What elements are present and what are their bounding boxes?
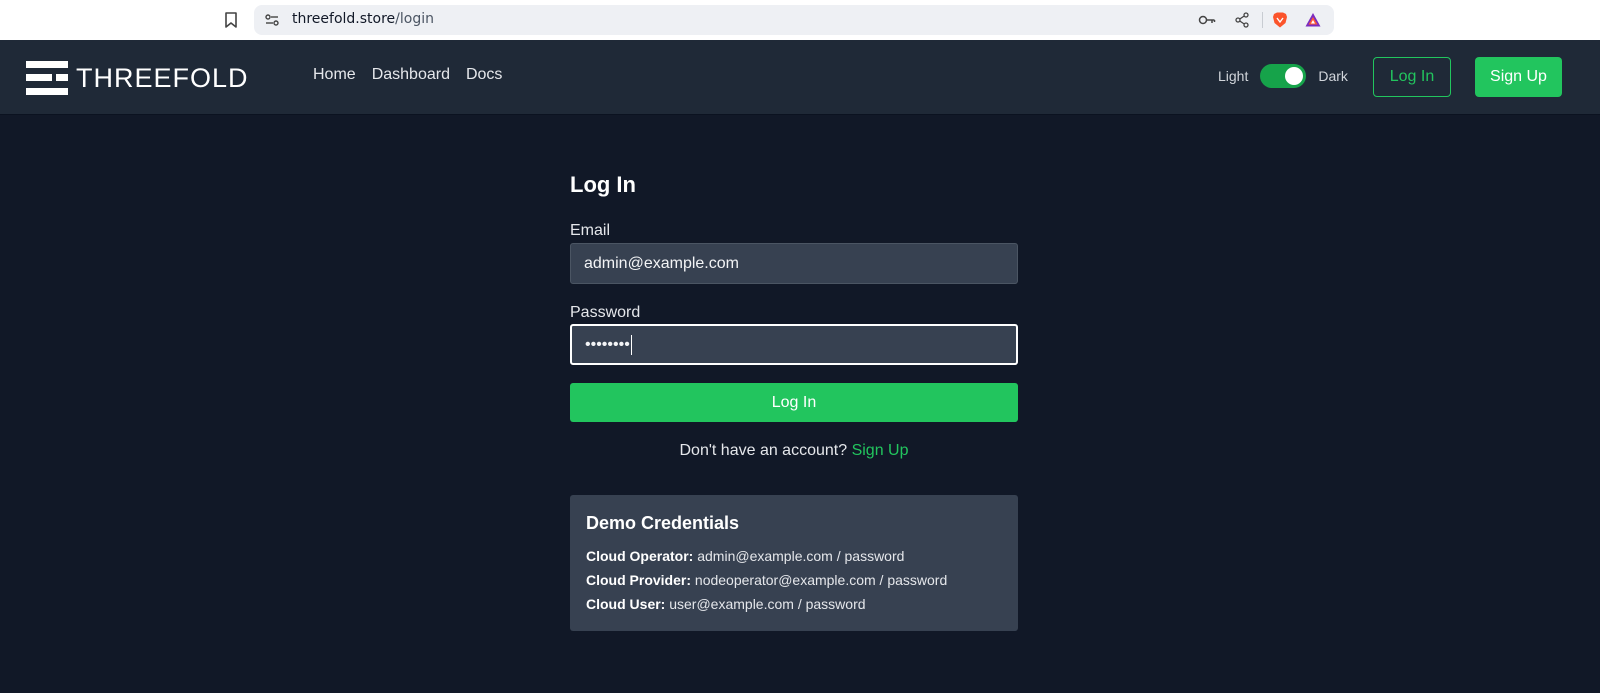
demo-role: Cloud User: <box>586 596 666 612</box>
no-account-text: Don't have an account? <box>679 442 848 459</box>
share-icon[interactable] <box>1234 12 1250 28</box>
theme-toggle[interactable] <box>1260 64 1307 88</box>
main-nav: Home Dashboard Docs <box>313 66 502 84</box>
theme-switcher: Light Dark <box>1218 64 1348 88</box>
app-header: THREEFOLD Home Dashboard Docs Light Dark… <box>0 40 1600 115</box>
password-label: Password <box>570 304 641 321</box>
signup-link[interactable]: Sign Up <box>852 442 909 459</box>
password-field[interactable]: •••••••• <box>570 324 1018 365</box>
password-value: •••••••• <box>585 335 630 353</box>
demo-credentials-panel: Demo Credentials Cloud Operator: admin@e… <box>570 495 1018 631</box>
rewards-icon[interactable] <box>1304 11 1322 29</box>
theme-toggle-knob <box>1285 67 1304 85</box>
demo-value: user@example.com / password <box>669 596 866 612</box>
bookmark-icon[interactable] <box>222 11 240 29</box>
nav-docs[interactable]: Docs <box>466 66 502 84</box>
brave-icon[interactable] <box>1271 11 1289 29</box>
demo-title: Demo Credentials <box>586 513 740 533</box>
url-path: /login <box>395 11 434 27</box>
theme-dark-label: Dark <box>1318 68 1348 84</box>
nav-dashboard[interactable]: Dashboard <box>372 66 450 84</box>
email-label: Email <box>570 222 611 239</box>
login-submit-button[interactable]: Log In <box>570 383 1018 422</box>
demo-value: nodeoperator@example.com / password <box>694 572 948 588</box>
key-icon[interactable] <box>1198 13 1216 27</box>
nav-home[interactable]: Home <box>313 66 356 84</box>
site-info-icon[interactable] <box>264 12 280 28</box>
demo-value: admin@example.com / password <box>697 548 905 564</box>
demo-credential-row: Cloud User: user@example.com / password <box>586 592 1002 616</box>
address-bar[interactable]: threefold.store/login <box>254 5 1334 35</box>
browser-toolbar: threefold.store/login <box>0 0 1600 40</box>
header-signup-button[interactable]: Sign Up <box>1475 57 1562 97</box>
logo-text: THREEFOLD <box>76 62 249 93</box>
demo-role: Cloud Provider: <box>586 572 692 588</box>
signup-prompt: Don't have an account? Sign Up <box>570 442 1018 460</box>
url-text[interactable]: threefold.store/login <box>292 11 434 27</box>
logo-icon <box>26 61 68 95</box>
demo-role: Cloud Operator: <box>586 548 694 564</box>
text-caret <box>630 334 632 355</box>
email-value: admin@example.com <box>584 254 739 272</box>
header-login-button[interactable]: Log In <box>1373 57 1451 97</box>
url-host: threefold.store <box>292 11 396 27</box>
demo-credential-row: Cloud Operator: admin@example.com / pass… <box>586 544 1002 568</box>
theme-light-label: Light <box>1218 68 1249 84</box>
email-field[interactable]: admin@example.com <box>570 243 1018 284</box>
page-title: Log In <box>570 172 636 197</box>
demo-credential-row: Cloud Provider: nodeoperator@example.com… <box>586 568 1002 592</box>
logo[interactable]: THREEFOLD <box>26 60 249 96</box>
toolbar-divider <box>1262 12 1263 28</box>
